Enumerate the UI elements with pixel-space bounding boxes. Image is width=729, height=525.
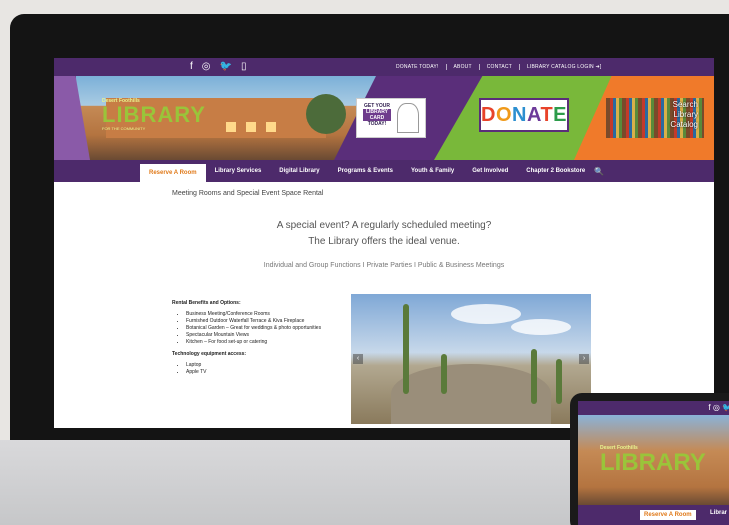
about-link[interactable]: ABOUT [445,64,479,70]
nav-digital-library[interactable]: Digital Library [270,168,328,174]
tablet-screen: f ◎ 🐦 Desert Foothills LIBRARY Reserve A… [578,401,729,525]
contact-link[interactable]: CONTACT [478,64,519,70]
search-catalog-button[interactable]: Search Library Catalog [606,98,704,138]
social-links: f ◎ 🐦 ▯ [190,60,246,74]
search-line: Catalog [670,120,698,129]
header-banner: Desert Foothills LIBRARY FOR THE COMMUNI… [54,76,714,160]
donate-letter: A [526,104,541,126]
tablet-logo[interactable]: Desert Foothills LIBRARY [600,445,706,475]
tablet-logo-big: LIBRARY [600,449,706,476]
portrait-sketch-icon [397,103,419,133]
donate-today-link[interactable]: DONATE TODAY! [389,64,446,70]
donate-letter: T [540,104,554,126]
list-item: Laptop [186,362,342,369]
donate-letter: E [553,104,567,126]
mobile-icon[interactable]: ▯ [241,60,247,74]
donate-letter: D [481,104,496,126]
page-title: Meeting Rooms and Special Event Space Re… [172,190,324,197]
nav-get-involved[interactable]: Get Involved [463,168,517,174]
donate-button[interactable]: DONATE [479,98,569,132]
nav-programs-events[interactable]: Programs & Events [329,168,402,174]
list-item: Furnished Outdoor Waterfall Terrace & Ki… [186,318,342,325]
slider-prev-button[interactable]: ‹ [353,354,363,364]
search-line: Library [673,110,698,119]
subheadline: Individual and Group Functions I Private… [263,262,505,269]
tablet-device: f ◎ 🐦 Desert Foothills LIBRARY Reserve A… [570,393,729,525]
list-item: Apple TV [186,369,342,376]
tech-title: Technology equipment access: [172,351,247,357]
desktop-monitor: f ◎ 🐦 ▯ DONATE TODAY! ABOUT CONTACT LIBR… [10,14,729,454]
nav-youth-family[interactable]: Youth & Family [402,168,463,174]
nav-reserve-a-room[interactable]: Reserve A Room [140,164,206,182]
library-logo[interactable]: Desert Foothills LIBRARY FOR THE COMMUNI… [102,98,212,138]
browser-screen: f ◎ 🐦 ▯ DONATE TODAY! ABOUT CONTACT LIBR… [54,58,714,428]
slider-next-button[interactable]: › [579,354,589,364]
headline-line-2: The Library offers the ideal venue. [308,236,460,247]
donate-letter: N [512,104,527,126]
list-item: Business Meeting/Conference Rooms [186,311,342,318]
list-item: Spectacular Mountain Views [186,332,342,339]
tablet-nav: Reserve A Room Librar [578,505,729,525]
library-card-promo[interactable]: GET YOUR LIBRARY CARD TODAY! [356,98,426,138]
instagram-icon[interactable]: ◎ [202,60,211,74]
search-line: Search [672,100,698,109]
garden-image-slider[interactable]: ‹ › [351,294,591,424]
top-utility-bar: f ◎ 🐦 ▯ DONATE TODAY! ABOUT CONTACT LIBR… [54,58,714,76]
rental-title: Rental Benefits and Options: [172,300,241,306]
utility-links: DONATE TODAY! ABOUT CONTACT LIBRARY CATA… [389,58,608,76]
headline-line-1: A special event? A regularly scheduled m… [276,220,492,231]
tablet-social-bar: f ◎ 🐦 [578,401,729,415]
logo-big-text: LIBRARY [102,102,206,127]
donate-letter: O [495,104,513,126]
tablet-banner: Desert Foothills LIBRARY [578,415,729,505]
tablet-nav-reserve[interactable]: Reserve A Room [640,510,696,520]
list-item: Botanical Garden – Great for weddings & … [186,325,342,332]
catalog-login-link[interactable]: LIBRARY CATALOG LOGIN ➜] [518,64,608,70]
twitter-icon[interactable]: 🐦 [220,60,232,74]
rental-benefits: Rental Benefits and Options: Business Me… [172,300,342,381]
card-line: TODAY! [367,121,387,127]
facebook-icon[interactable]: f [190,60,193,74]
headline: A special event? A regularly scheduled m… [54,218,714,250]
list-item: Kitchen – For food set-up or catering [186,339,342,346]
tablet-nav-library[interactable]: Librar [710,510,727,516]
search-icon[interactable]: 🔍 [594,167,604,176]
nav-library-services[interactable]: Library Services [206,168,271,174]
nav-chapter-2-bookstore[interactable]: Chapter 2 Bookstore [517,168,594,174]
main-navigation: Reserve A Room Library Services Digital … [54,160,714,182]
